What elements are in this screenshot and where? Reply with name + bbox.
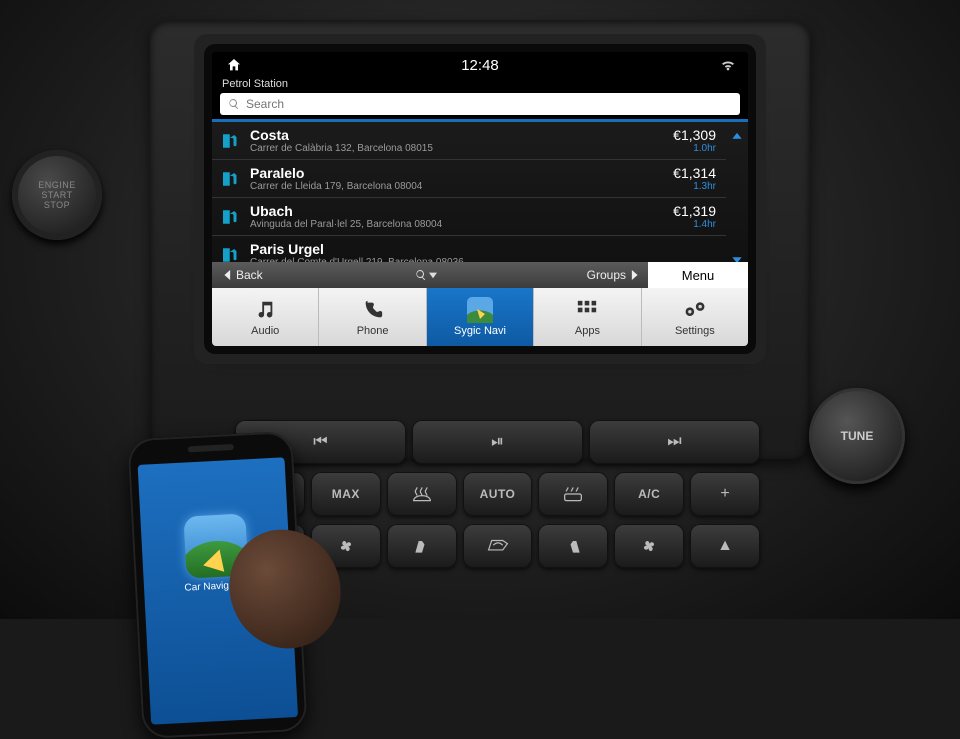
search-bar[interactable] xyxy=(220,93,740,115)
results-list: Costa Carrer de Calàbria 132, Barcelona … xyxy=(212,122,748,262)
menu-button[interactable]: Menu xyxy=(648,262,748,288)
result-distance: 1.4hr xyxy=(673,219,716,230)
music-icon xyxy=(254,298,276,322)
wifi-icon xyxy=(720,58,736,72)
seat-heat-left[interactable] xyxy=(387,524,457,568)
fan-up-button[interactable] xyxy=(614,524,684,568)
tab-label: Apps xyxy=(575,325,600,337)
result-row[interactable]: Costa Carrer de Calàbria 132, Barcelona … xyxy=(212,122,726,160)
engine-label-3: STOP xyxy=(44,200,70,210)
ac-button[interactable]: A/C xyxy=(614,472,684,516)
fuel-pump-icon xyxy=(220,170,240,188)
back-label: Back xyxy=(236,268,263,282)
infotainment-screen: 12:48 Petrol Station Costa Carrer de Cal… xyxy=(212,52,748,346)
tab-label: Sygic Navi xyxy=(454,325,506,337)
temp-up-right[interactable]: ▲ xyxy=(690,524,760,568)
search-mode-button[interactable] xyxy=(275,269,577,281)
tab-phone[interactable]: Phone xyxy=(319,288,426,346)
max-button[interactable]: MAX xyxy=(311,472,381,516)
result-price: €1,314 xyxy=(673,165,716,181)
result-price: €1,309 xyxy=(673,127,716,143)
tab-label: Audio xyxy=(251,325,279,337)
search-icon xyxy=(228,98,240,110)
result-address: Carrer de Calàbria 132, Barcelona 08015 xyxy=(250,143,663,154)
tune-knob[interactable]: TUNE xyxy=(809,388,905,484)
scroll-arrows xyxy=(726,122,748,262)
engine-label-1: ENGINE xyxy=(38,180,76,190)
nav-app-icon xyxy=(467,298,493,322)
tab-bar: Audio Phone Sygic Navi Apps Settings xyxy=(212,288,748,346)
engine-label-2: START xyxy=(41,190,72,200)
result-address: Carrer de Lleida 179, Barcelona 08004 xyxy=(250,181,663,192)
result-row[interactable]: Paris Urgel Carrer del Comte d'Urgell 21… xyxy=(212,236,726,262)
defrost-front-button[interactable] xyxy=(387,472,457,516)
phone-icon xyxy=(362,298,384,322)
result-name: Paralelo xyxy=(250,165,663,181)
fuel-pump-icon xyxy=(220,208,240,226)
result-distance: 1.3hr xyxy=(673,181,716,192)
play-pause-button[interactable]: ⏯ xyxy=(412,420,583,464)
scroll-up-icon[interactable] xyxy=(730,130,744,144)
tab-settings[interactable]: Settings xyxy=(642,288,748,346)
fuel-pump-icon xyxy=(220,246,240,263)
result-name: Ubach xyxy=(250,203,663,219)
result-distance: 1.0hr xyxy=(673,143,716,154)
recirculate-button[interactable] xyxy=(463,524,533,568)
engine-start-button[interactable]: ENGINE START STOP xyxy=(12,150,102,240)
plus-button[interactable]: + xyxy=(690,472,760,516)
phone-speaker xyxy=(187,444,233,452)
home-icon[interactable] xyxy=(226,57,242,73)
tab-apps[interactable]: Apps xyxy=(534,288,641,346)
tab-label: Phone xyxy=(357,325,389,337)
seat-heat-right[interactable] xyxy=(538,524,608,568)
result-name: Costa xyxy=(250,127,663,143)
sub-bar: Back Groups Menu xyxy=(212,262,748,288)
scroll-down-icon[interactable] xyxy=(730,252,744,262)
result-name: Paris Urgel xyxy=(250,241,706,257)
gears-icon xyxy=(683,298,707,322)
defrost-rear-button[interactable] xyxy=(538,472,608,516)
tune-label: TUNE xyxy=(841,429,874,443)
status-bar: 12:48 xyxy=(212,52,748,78)
menu-label: Menu xyxy=(682,268,715,283)
groups-button[interactable]: Groups xyxy=(577,268,648,282)
next-track-button[interactable]: ⏭ xyxy=(589,420,760,464)
result-row[interactable]: Ubach Avinguda del Paral·lel 25, Barcelo… xyxy=(212,198,726,236)
groups-label: Groups xyxy=(587,268,626,282)
clock: 12:48 xyxy=(461,57,499,74)
tab-audio[interactable]: Audio xyxy=(212,288,319,346)
result-price: €1,319 xyxy=(673,203,716,219)
result-row[interactable]: Paralelo Carrer de Lleida 179, Barcelona… xyxy=(212,160,726,198)
back-button[interactable]: Back xyxy=(212,268,275,282)
auto-button[interactable]: AUTO xyxy=(463,472,533,516)
search-input[interactable] xyxy=(246,97,732,111)
apps-grid-icon xyxy=(576,298,598,322)
result-address: Avinguda del Paral·lel 25, Barcelona 080… xyxy=(250,219,663,230)
tab-label: Settings xyxy=(675,325,715,337)
breadcrumb: Petrol Station xyxy=(212,78,748,93)
fuel-pump-icon xyxy=(220,132,240,150)
tab-sygic-navi[interactable]: Sygic Navi xyxy=(427,288,534,346)
